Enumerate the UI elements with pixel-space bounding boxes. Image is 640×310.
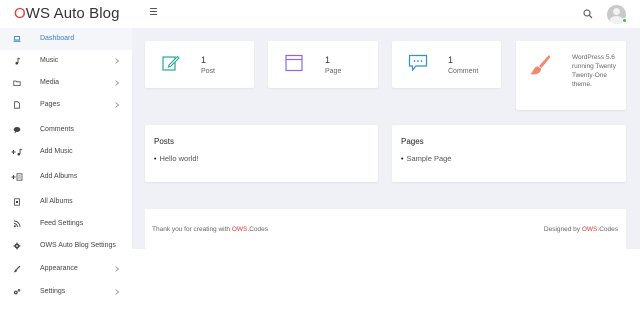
- sidebar-item-label: Settings: [40, 288, 66, 295]
- chevron-right-icon: [115, 266, 120, 272]
- sidebar-item-appearance[interactable]: Appearance: [0, 258, 132, 280]
- pages-list: Sample Page: [401, 154, 451, 163]
- page-link[interactable]: Sample Page: [401, 154, 451, 163]
- footer-designer-link[interactable]: OWS: [582, 226, 598, 233]
- sidebar-item-label: Music: [40, 57, 59, 64]
- footer-brand-link[interactable]: OWS: [232, 226, 248, 233]
- sidebar-item-feed-settings[interactable]: Feed Settings: [0, 213, 132, 235]
- sidebar-item-label: Pages: [40, 101, 60, 108]
- brand-name: WS Auto Blog: [25, 5, 120, 22]
- posts-panel-title: Posts: [154, 137, 175, 146]
- sidebar-item-label: Dashboard: [40, 35, 75, 42]
- page-icon: [14, 101, 20, 109]
- footer-designer-suffix[interactable]: .Codes: [597, 226, 618, 233]
- top-header: OWS Auto Blog: [0, 0, 640, 28]
- folder-icon: [13, 80, 21, 86]
- sidebar-item-label: OWS Auto Blog Settings: [40, 242, 116, 249]
- comment-count-card[interactable]: 1 Comment: [392, 41, 501, 88]
- search-icon[interactable]: [583, 9, 593, 19]
- add-album-icon: [11, 173, 23, 181]
- pages-panel-title: Pages: [401, 137, 424, 146]
- sidebar-item-label: All Albums: [40, 198, 73, 205]
- theme-info-text: WordPress 5.6 running Twenty Twenty-One …: [572, 54, 616, 88]
- footer-right-text: Designed by: [543, 226, 582, 233]
- sidebar-item-all-albums[interactable]: All Albums: [0, 191, 132, 213]
- footer: Thank you for creating with OWS.Codes De…: [145, 209, 626, 249]
- posts-panel: Posts Hello world!: [145, 125, 378, 182]
- sidebar-item-settings[interactable]: Settings: [0, 281, 132, 303]
- add-music-icon: [11, 148, 23, 156]
- page-bottom-area: [132, 249, 640, 310]
- settings-icon: [13, 289, 21, 295]
- footer-brand-suffix[interactable]: .Codes: [247, 226, 268, 233]
- comment-icon: [13, 127, 21, 134]
- page-label: Page: [325, 68, 342, 75]
- page-title[interactable]: Sample Page: [406, 154, 451, 163]
- sidebar-item-add-albums[interactable]: Add Albums: [0, 166, 132, 188]
- post-title[interactable]: Hello world!: [159, 154, 198, 163]
- brush-icon: [13, 265, 21, 273]
- sidebar-item-label: Add Music: [40, 148, 73, 155]
- pages-panel: Pages Sample Page: [392, 125, 626, 182]
- footer-left-text: Thank you for creating with: [152, 226, 232, 233]
- sidebar-item-label: Media: [40, 79, 60, 86]
- rss-icon: [13, 220, 21, 228]
- sidebar-item-add-music[interactable]: Add Music: [0, 141, 132, 163]
- gear-icon: [13, 242, 21, 250]
- chevron-right-icon: [115, 102, 120, 108]
- brand-initial: O: [14, 5, 26, 22]
- sidebar-item-label: Comments: [40, 126, 74, 133]
- online-status-indicator: [622, 18, 627, 23]
- edit-post-icon: [162, 55, 180, 71]
- chevron-right-icon: [115, 289, 120, 295]
- sidebar-item-dashboard[interactable]: Dashboard: [0, 28, 132, 50]
- sidebar-item-pages[interactable]: Pages: [0, 94, 132, 116]
- sidebar-item-comments[interactable]: Comments: [0, 119, 132, 141]
- posts-list: Hello world!: [154, 154, 198, 163]
- laptop-icon: [13, 36, 21, 42]
- sidebar-item-ows-auto-blog-settings[interactable]: OWS Auto Blog Settings: [0, 235, 132, 257]
- page-count: 1: [325, 55, 331, 65]
- paint-brush-icon: [530, 55, 551, 75]
- hamburger-menu-icon[interactable]: [150, 8, 160, 20]
- post-count: 1: [201, 55, 207, 65]
- comment-label: Comment: [448, 68, 479, 75]
- post-link[interactable]: Hello world!: [154, 154, 198, 163]
- sidebar: Dashboard Music Media Pages Comments Add…: [0, 28, 132, 310]
- albums-icon: [14, 198, 20, 206]
- music-note-icon: [15, 57, 21, 65]
- footer-credit-left: Thank you for creating with OWS.Codes: [152, 226, 268, 233]
- comment-bubble-icon: [408, 54, 428, 72]
- brand-logo[interactable]: OWS Auto Blog: [14, 5, 120, 22]
- page-count-card[interactable]: 1 Page: [268, 41, 378, 88]
- post-count-card[interactable]: 1 Post: [145, 41, 254, 88]
- footer-credit-right: Designed by OWS.Codes: [544, 226, 618, 233]
- chevron-right-icon: [115, 58, 120, 64]
- comment-count: 1: [448, 55, 454, 65]
- post-label: Post: [201, 68, 216, 75]
- sidebar-item-media[interactable]: Media: [0, 72, 132, 94]
- sidebar-item-label: Appearance: [40, 265, 78, 272]
- sidebar-item-music[interactable]: Music: [0, 50, 132, 72]
- sidebar-item-label: Feed Settings: [40, 220, 84, 227]
- sidebar-item-label: Add Albums: [40, 173, 78, 180]
- browser-page-icon: [285, 54, 303, 72]
- chevron-right-icon: [115, 80, 120, 86]
